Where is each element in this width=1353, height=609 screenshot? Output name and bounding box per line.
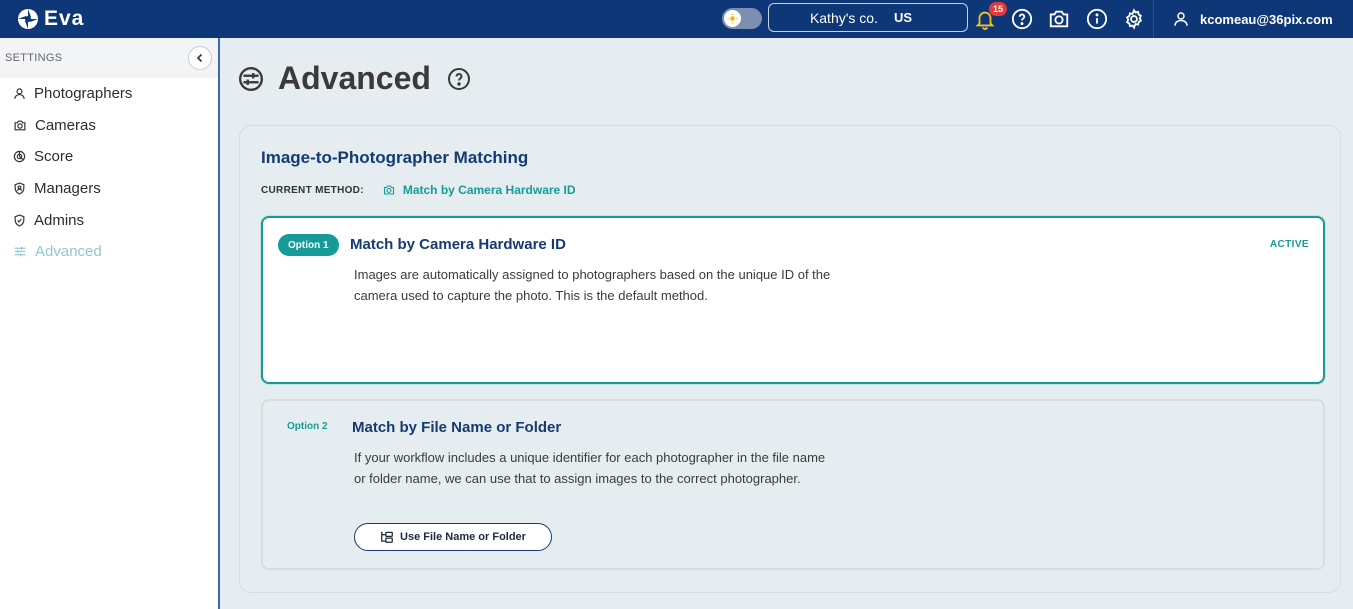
info-button[interactable] (1084, 6, 1110, 32)
settings-sidebar: SETTINGS Photographers Cameras Score Man… (0, 38, 220, 609)
sidebar-item-label: Managers (34, 180, 101, 198)
sidebar-title: SETTINGS (5, 52, 63, 64)
option-card-file-name-or-folder[interactable]: Option 2 Match by File Name or Folder If… (261, 399, 1325, 570)
option-description: If your workflow includes a unique ident… (354, 450, 826, 486)
current-method-text: Match by Camera Hardware ID (402, 183, 576, 197)
camera-icon (1049, 10, 1069, 28)
shield-check-icon (14, 214, 25, 227)
brand[interactable]: Eva (0, 0, 84, 38)
info-icon (1086, 8, 1108, 30)
folder-tree-icon (381, 531, 393, 543)
collapse-sidebar-button[interactable] (188, 46, 212, 70)
sidebar-item-admins[interactable]: Admins (0, 204, 218, 236)
gear-icon (1125, 8, 1143, 30)
notification-count-badge: 15 (989, 2, 1007, 16)
camera-icon (383, 185, 394, 195)
user-icon (1174, 12, 1188, 26)
option-tag: Option 1 (278, 234, 339, 256)
sidebar-item-photographers[interactable]: Photographers (0, 78, 218, 110)
sidebar-item-advanced[interactable]: Advanced (0, 236, 218, 268)
sun-icon (724, 10, 741, 27)
active-status-label: ACTIVE (1269, 239, 1309, 250)
camera-button[interactable] (1046, 6, 1072, 32)
advanced-settings-icon (238, 66, 264, 91)
user-email: kcomeau@36pix.com (1200, 11, 1333, 27)
current-method-value: Match by Camera Hardware ID (382, 183, 576, 197)
help-icon[interactable] (447, 67, 471, 91)
sidebar-item-label: Advanced (35, 243, 102, 261)
organization-name: Kathy's co. (809, 9, 878, 26)
sidebar-header: SETTINGS (0, 38, 218, 78)
topbar-divider (1153, 0, 1154, 38)
theme-toggle[interactable] (722, 8, 762, 29)
sidebar-item-score[interactable]: Score (0, 141, 218, 173)
sidebar-item-managers[interactable]: Managers (0, 173, 218, 205)
camera-icon (14, 120, 26, 131)
organization-selector[interactable]: Kathy's co. US (768, 3, 968, 32)
page-header: Advanced (238, 60, 471, 97)
top-bar: Eva Kathy's co. US 15 kcomeau@36pix.com (0, 0, 1353, 38)
option-tag: Option 2 (287, 421, 328, 432)
shield-icon (14, 182, 25, 195)
organization-region: US (893, 10, 913, 25)
sidebar-item-cameras[interactable]: Cameras (0, 110, 218, 142)
main-content: Advanced Image-to-Photographer Matching … (222, 38, 1353, 609)
option-title: Match by File Name or Folder (352, 419, 562, 436)
page-title: Advanced (278, 60, 431, 96)
user-menu[interactable]: kcomeau@36pix.com (1172, 0, 1333, 38)
matching-settings-card: Image-to-Photographer Matching CURRENT M… (239, 125, 1341, 593)
eva-logo-icon (18, 9, 38, 29)
sidebar-item-label: Score (34, 148, 74, 166)
brand-name: Eva (44, 7, 85, 30)
current-method-row: CURRENT METHOD: Match by Camera Hardware… (261, 183, 576, 197)
use-file-name-or-folder-button[interactable]: Use File Name or Folder (354, 523, 552, 551)
option-title: Match by Camera Hardware ID (350, 236, 566, 253)
sidebar-item-label: Cameras (35, 116, 96, 134)
help-button[interactable] (1009, 6, 1035, 32)
settings-button[interactable] (1121, 6, 1147, 32)
sidebar-item-label: Photographers (34, 85, 133, 103)
option-card-camera-hardware-id[interactable]: Option 1 Match by Camera Hardware ID ACT… (261, 216, 1325, 384)
person-icon (14, 88, 25, 100)
sidebar-item-label: Admins (34, 211, 85, 229)
section-title: Image-to-Photographer Matching (261, 148, 529, 167)
button-label: Use File Name or Folder (400, 531, 526, 543)
score-icon (13, 151, 26, 163)
help-icon (1011, 8, 1033, 30)
option-description: Images are automatically assigned to pho… (354, 267, 831, 303)
sliders-icon (14, 246, 26, 257)
current-method-label: CURRENT METHOD: (261, 184, 364, 196)
chevron-left-icon (196, 53, 203, 63)
